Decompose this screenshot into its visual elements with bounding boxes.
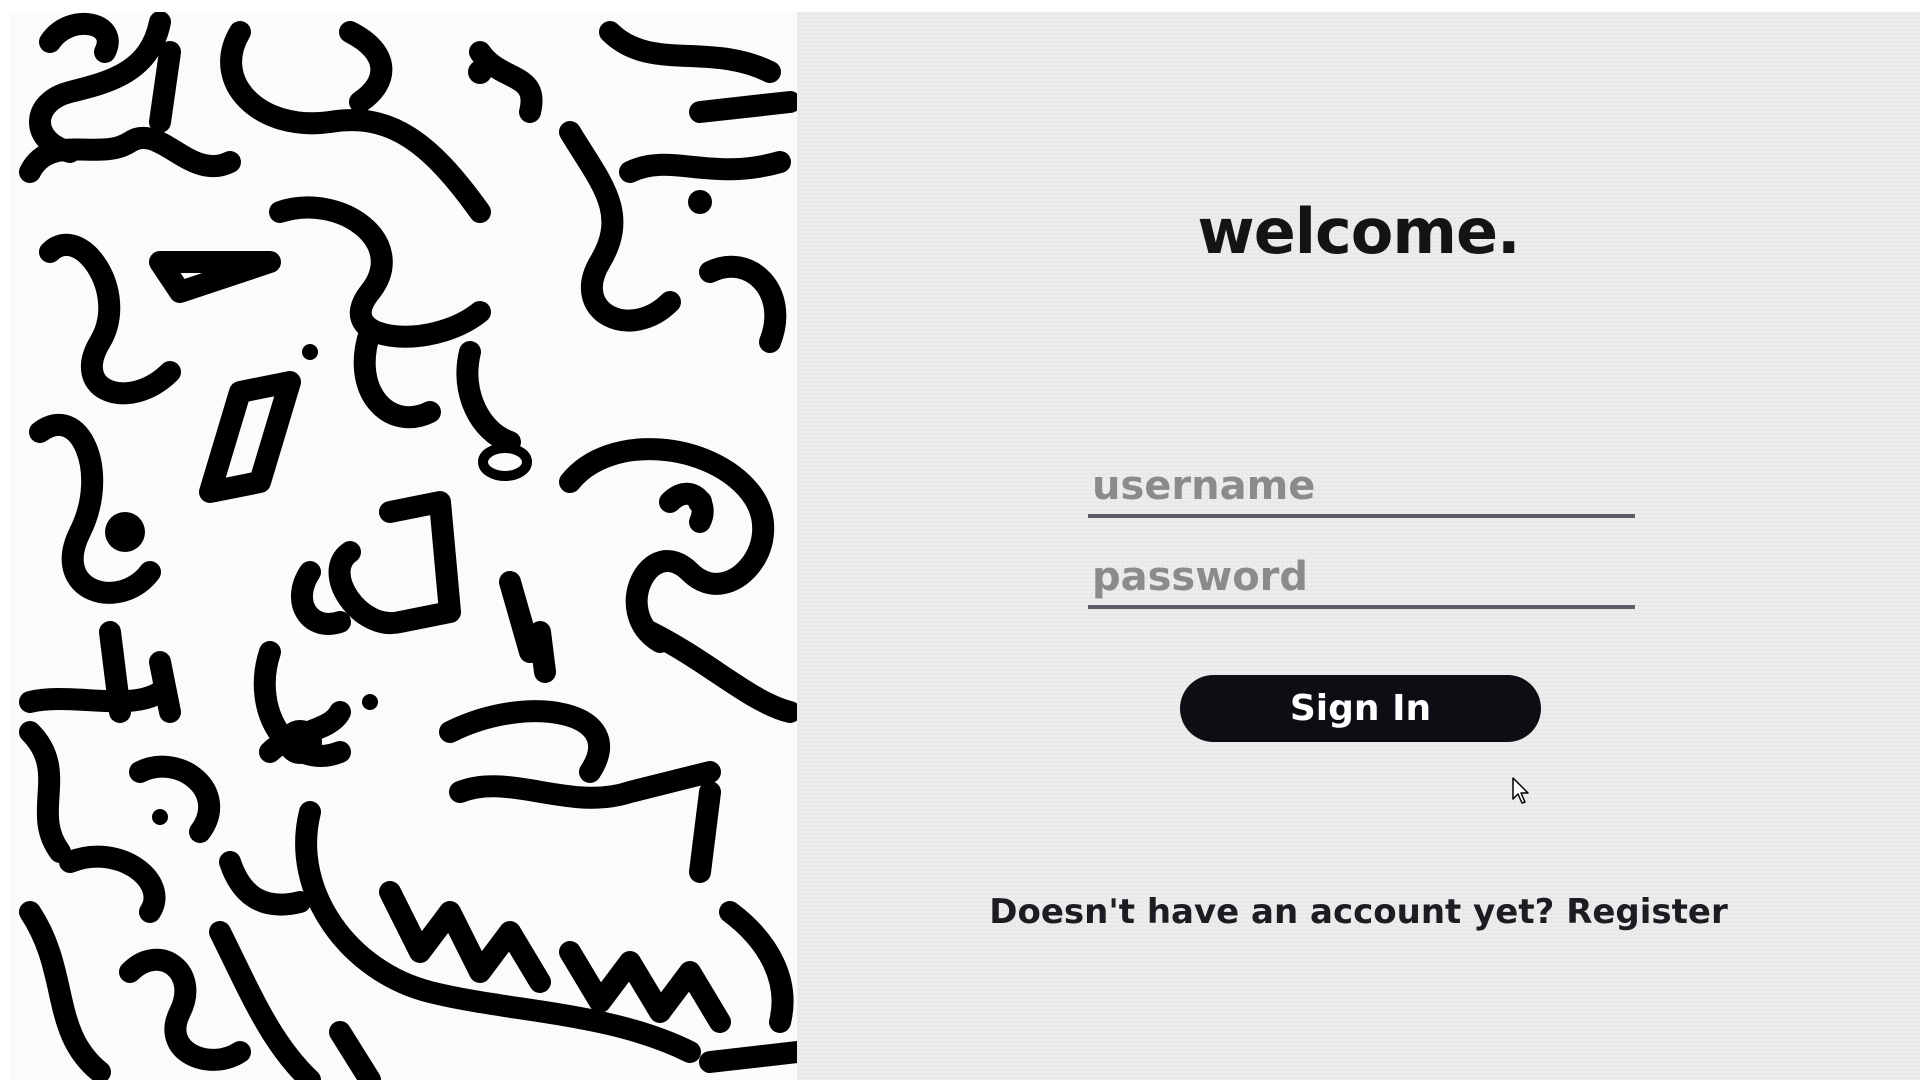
register-prompt: Doesn't have an account yet? Register — [797, 892, 1920, 932]
login-panel: welcome. Sign In Doesn't have an account… — [797, 12, 1920, 1080]
mouse-cursor-icon — [1512, 777, 1529, 804]
abstract-doodle-pattern-icon — [19, 12, 797, 1080]
doodle-art-panel — [10, 12, 797, 1080]
password-input[interactable] — [1088, 549, 1635, 609]
register-prompt-text: Doesn't have an account yet? — [989, 892, 1555, 932]
username-input[interactable] — [1088, 458, 1635, 518]
app-window: welcome. Sign In Doesn't have an account… — [10, 12, 1920, 1080]
sign-in-button[interactable]: Sign In — [1180, 675, 1541, 742]
page-title: welcome. — [1197, 195, 1520, 268]
register-link[interactable]: Register — [1566, 892, 1728, 932]
